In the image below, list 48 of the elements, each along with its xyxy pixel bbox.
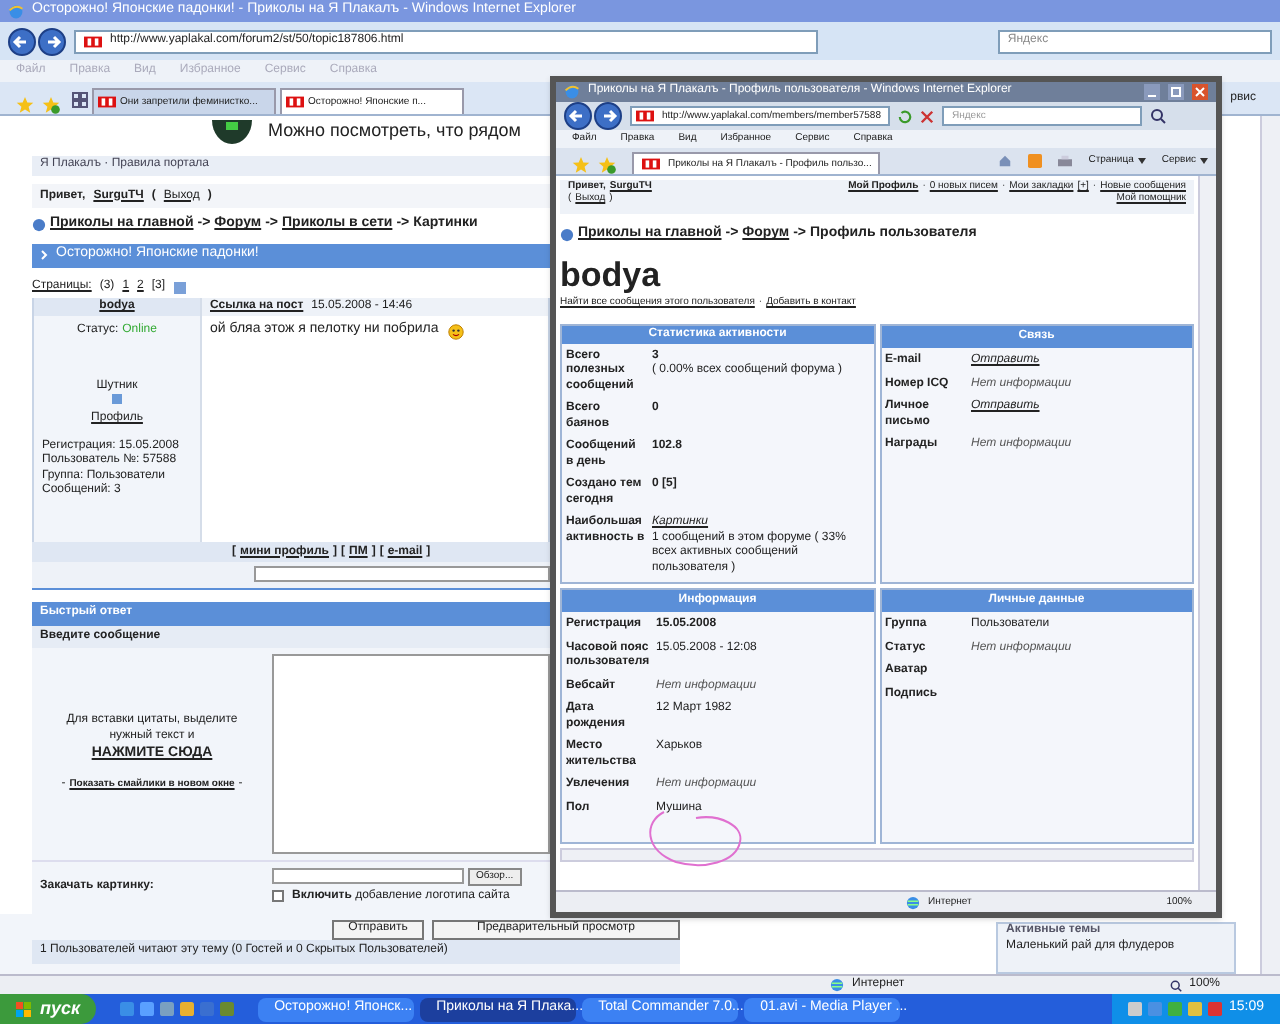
globe-icon: [906, 895, 920, 909]
maximize-icon[interactable]: [1168, 84, 1184, 100]
vertical-scrollbar[interactable]: [1198, 176, 1216, 890]
vertical-scrollbar[interactable]: [1260, 116, 1280, 974]
profile-username: bodya: [560, 256, 663, 296]
rss-icon[interactable]: [1028, 154, 1043, 168]
caret-icon: [1200, 158, 1208, 164]
zoom-icon[interactable]: [1169, 979, 1182, 991]
caret-icon: [1137, 158, 1146, 164]
stop-icon[interactable]: [920, 109, 934, 123]
rank-icon: [112, 394, 122, 405]
windows-logo-icon: [16, 1001, 32, 1017]
banner-text: Можно посмотреть, что рядом: [268, 120, 521, 144]
bullet-icon: [560, 227, 574, 242]
site-favicon-icon: [286, 96, 304, 108]
dropdown-icon[interactable]: [173, 281, 186, 294]
site-logo-icon: [212, 119, 252, 144]
smiley-icon: [446, 323, 467, 340]
search-icon[interactable]: [1150, 108, 1166, 124]
horizontal-scrollbar[interactable]: [560, 848, 1194, 862]
back-button-icon[interactable]: [8, 27, 36, 55]
globe-icon: [830, 978, 844, 992]
chevron-icon: [40, 250, 48, 261]
file-field[interactable]: [272, 868, 464, 885]
close-icon[interactable]: [1192, 84, 1208, 100]
star-icon[interactable]: [572, 156, 590, 174]
text-field[interactable]: [254, 566, 550, 583]
bullet-icon: [32, 217, 46, 232]
printer-icon[interactable]: [1058, 154, 1073, 168]
forward-button-icon[interactable]: [594, 102, 622, 130]
refresh-icon[interactable]: [898, 109, 912, 123]
site-favicon-icon: [636, 110, 654, 122]
site-favicon-icon: [84, 35, 102, 47]
browser-logo-icon: [8, 3, 24, 19]
start-button[interactable]: пуск: [0, 994, 97, 1024]
checkbox[interactable]: [272, 890, 284, 903]
forward-button-icon[interactable]: [38, 27, 66, 55]
add-favorite-icon[interactable]: [42, 96, 60, 114]
tab-list-icon[interactable]: [72, 92, 88, 108]
site-favicon-icon: [98, 96, 116, 108]
minimize-icon[interactable]: [1144, 84, 1160, 100]
site-favicon-icon: [642, 158, 660, 170]
add-favorite-icon[interactable]: [598, 156, 616, 174]
home-icon[interactable]: [998, 154, 1013, 168]
browser-logo-icon: [564, 84, 580, 100]
message-textarea[interactable]: [272, 654, 550, 854]
star-icon[interactable]: [16, 96, 34, 114]
back-button-icon[interactable]: [564, 102, 592, 130]
